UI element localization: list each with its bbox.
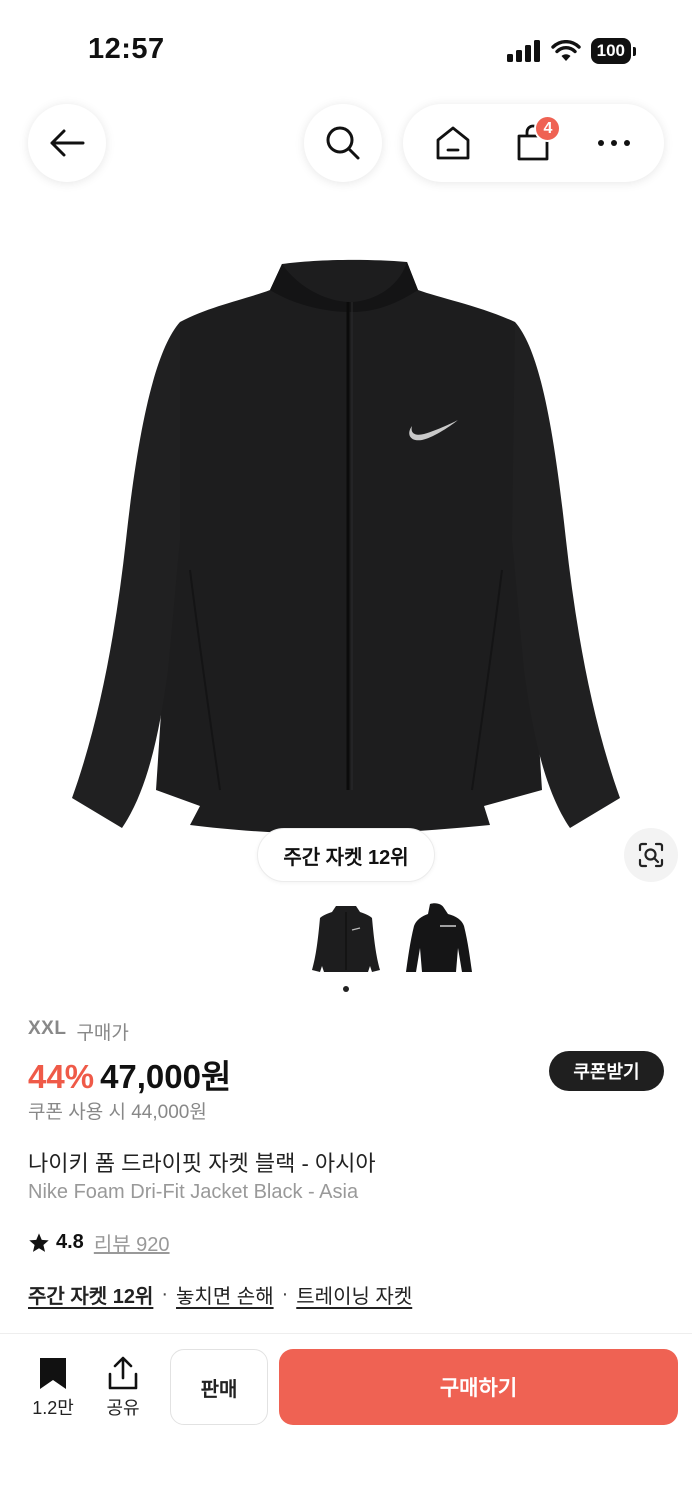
tag-link[interactable]: 트레이닝 자켓: [296, 1280, 412, 1309]
more-horizontal-icon: [597, 140, 630, 146]
tag-separator: ·: [161, 1283, 169, 1305]
home-icon: [436, 126, 470, 160]
cellular-signal-icon: [506, 40, 540, 62]
buy-button[interactable]: 구매하기: [279, 1349, 678, 1425]
product-title-ko: 나이키 폼 드라이핏 자켓 블랙 - 아시아: [28, 1151, 376, 1176]
home-button[interactable]: [423, 113, 483, 173]
review-link[interactable]: 리뷰 920: [94, 1228, 170, 1257]
price: 47,000원: [100, 1058, 232, 1095]
battery-indicator: 100: [590, 38, 636, 64]
coupon-price: 쿠폰 사용 시 44,000원: [28, 1102, 207, 1123]
share-label: 공유: [106, 1398, 140, 1418]
product-title-en: Nike Foam Dri-Fit Jacket Black - Asia: [28, 1181, 359, 1203]
camera-search-icon: [638, 842, 664, 868]
rating-row: 4.8 리뷰 920: [28, 1228, 170, 1257]
bottom-bar-divider: [0, 1333, 692, 1334]
arrow-left-icon: [50, 129, 85, 157]
more-button[interactable]: [584, 113, 644, 173]
tag-link[interactable]: 놓치면 손해: [176, 1280, 274, 1309]
bookmark-icon: [40, 1358, 66, 1389]
coupon-button[interactable]: 쿠폰받기: [549, 1051, 664, 1091]
star-icon: [29, 1232, 49, 1252]
cart-count-badge: 4: [534, 115, 562, 142]
bookmark-count: 1.2만: [32, 1398, 74, 1418]
tag-separator: ·: [281, 1283, 289, 1305]
sell-button[interactable]: 판매: [170, 1349, 268, 1425]
tag-link[interactable]: 주간 자켓 12위: [28, 1280, 153, 1309]
status-time: 12:57: [88, 33, 165, 65]
image-search-button[interactable]: [624, 828, 678, 882]
product-image[interactable]: [60, 250, 632, 840]
nav-action-group: 4: [403, 104, 664, 182]
search-icon: [326, 126, 360, 160]
status-icons: 100: [506, 38, 636, 64]
selected-size: XXL: [28, 1018, 67, 1039]
battery-level: 100: [590, 38, 631, 64]
rank-badge[interactable]: 주간 자켓 12위: [257, 828, 435, 882]
status-bar: 12:57 100: [0, 0, 692, 100]
back-button[interactable]: [28, 104, 106, 182]
bookmark-button[interactable]: 1.2만: [28, 1356, 78, 1420]
thumbnail-worn[interactable]: [400, 900, 476, 976]
size-row: XXL 구매가: [28, 1018, 129, 1045]
rating-value: 4.8: [56, 1231, 84, 1253]
thumbnail-front[interactable]: [308, 900, 384, 976]
share-icon: [108, 1356, 138, 1390]
wifi-icon: [550, 40, 581, 61]
share-button[interactable]: 공유: [98, 1356, 148, 1420]
price-row: 44% 47,000원: [28, 1050, 231, 1098]
size-price-label: 구매가: [76, 1023, 129, 1044]
tag-row: 주간 자켓 12위 · 놓치면 손해 · 트레이닝 자켓: [28, 1280, 412, 1309]
cart-button[interactable]: 4: [503, 113, 563, 173]
search-button[interactable]: [304, 104, 382, 182]
image-page-indicator: [343, 986, 349, 992]
discount-rate: 44%: [28, 1058, 95, 1095]
